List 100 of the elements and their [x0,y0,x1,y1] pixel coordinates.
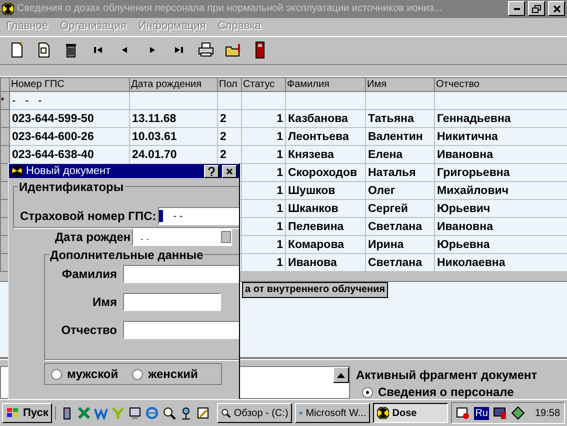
input-field[interactable] [123,321,239,339]
table-cell: Светлана [368,256,422,268]
text-cursor [159,210,164,222]
table-cell: 24.01.70 [132,148,177,160]
table-cell: Пелевина [288,220,344,232]
radiation-icon [377,407,390,420]
table-cell: Шканков [288,202,338,214]
group-title: Идентификаторы [18,180,125,194]
input-field[interactable] [123,293,221,311]
table-cell: - - - [12,94,42,106]
calendar-button[interactable] [220,231,231,243]
language-indicator[interactable]: Ru [474,406,489,420]
close-icon [552,4,560,13]
table-cell: Валентин [368,130,423,142]
dialog-title: Новый документ [26,165,112,177]
tab[interactable]: а от внутреннего облучения [242,282,388,298]
start-button[interactable]: Пуск [2,403,52,424]
table-cell: Сергей [368,202,408,214]
column-header[interactable]: Пол [218,78,242,92]
table-cell: 1 [276,202,283,214]
table-cell: 1 [276,112,283,124]
minimize-icon [514,8,520,10]
table-cell: Князева [288,148,334,160]
close-button[interactable] [548,1,565,16]
table-cell: Наталья [368,166,416,178]
radio-option[interactable]: мужской [51,367,118,381]
diamond-icon[interactable] [510,406,525,420]
column-header[interactable]: Дата рождения [130,78,218,92]
windows-logo-icon [6,407,20,420]
table-cell: Юрьевич [437,202,490,214]
table-cell: 10.03.61 [132,130,177,142]
radiation-icon [11,165,23,177]
table-cell: 1 [276,256,283,268]
table-cell: Николаевна [437,256,506,268]
table-cell: Олег [368,184,396,196]
column-header[interactable]: Фамилия [286,78,366,92]
table-cell: Шушков [288,184,336,196]
table-cell: 1 [276,166,283,178]
help-icon [208,166,215,176]
field-label: Страховой номер ГПС: [20,209,156,223]
table-cell: Геннадьевна [437,112,511,124]
table-cell: Татьяна [368,112,414,124]
scroll-up-button[interactable] [333,367,349,384]
window-title: Сведения о дозах облучения персонала при нормальной эксплуатации источников иониз... [17,3,443,14]
table-cell: 023-644-599-50 [12,112,94,124]
table-cell: 1 [276,130,283,142]
table-cell: Григорьевна [437,166,510,178]
input-field[interactable] [123,265,239,283]
minimize-button[interactable] [508,1,525,16]
column-header[interactable]: Статус [242,78,286,92]
folder-icon[interactable] [224,41,242,60]
table-cell: 13.11.68 [132,112,176,124]
field-label: Фамилия [60,267,117,281]
field-label: Имя [91,295,117,309]
table-cell: 2 [220,148,226,160]
table-cell: Иванова [288,256,337,268]
taskbar-button[interactable]: Обзор - (C:) [217,403,292,424]
table-cell: Ирина [368,238,404,250]
restore-button[interactable] [528,1,545,16]
restore-icon [532,4,541,13]
date-field[interactable]: . . [132,228,232,246]
close-button[interactable] [222,164,237,178]
table-cell: Скороходов [288,166,358,178]
column-header[interactable]: Имя [366,78,434,92]
field-label: Отчество [60,323,117,337]
column-header[interactable]: Номер ГПС [10,78,130,92]
group-title: Активный фрагмент документ [356,368,538,382]
table-cell: Казбанова [288,112,348,124]
clock: 19:58 [534,408,560,419]
taskbar-button[interactable]: Microsoft W... [295,403,370,424]
radio-option[interactable]: женский [132,367,198,381]
table-cell: 1 [276,184,283,196]
field-mask: . . [140,232,149,242]
table-cell: Ивановна [437,220,493,232]
table-cell: Ивановна [437,148,493,160]
table-cell: 2 [220,112,226,124]
table-cell: Леонтьева [288,130,349,142]
group-title: Дополнительные данные [49,248,204,262]
table-cell: 023-644-600-26 [12,130,94,142]
table-cell: Елена [368,148,403,160]
input-field[interactable]: - - [158,207,239,225]
table-cell: 1 [276,148,283,160]
radio-option[interactable]: Сведения о персонале [356,385,567,400]
column-header[interactable]: Отчество [434,78,567,92]
table-cell: 1 [276,238,283,250]
up-arrow-icon [337,372,345,378]
table-cell: 023-644-638-40 [12,148,94,160]
monitor-icon[interactable] [492,406,507,420]
table-cell: 1 [276,220,283,232]
field-mask: - - [173,210,183,222]
pencil-icon[interactable] [196,406,210,420]
table-cell: Комарова [288,238,344,250]
magnifier-icon[interactable] [162,406,176,420]
table-cell: Никитична [437,130,498,142]
taskbar-button[interactable]: Dose [373,403,448,424]
w-logo-icon[interactable] [94,406,108,420]
monitor-icon[interactable] [128,406,142,420]
printer-icon[interactable] [197,41,215,60]
help-button[interactable] [204,164,219,178]
table-cell: Светлана [368,220,422,232]
